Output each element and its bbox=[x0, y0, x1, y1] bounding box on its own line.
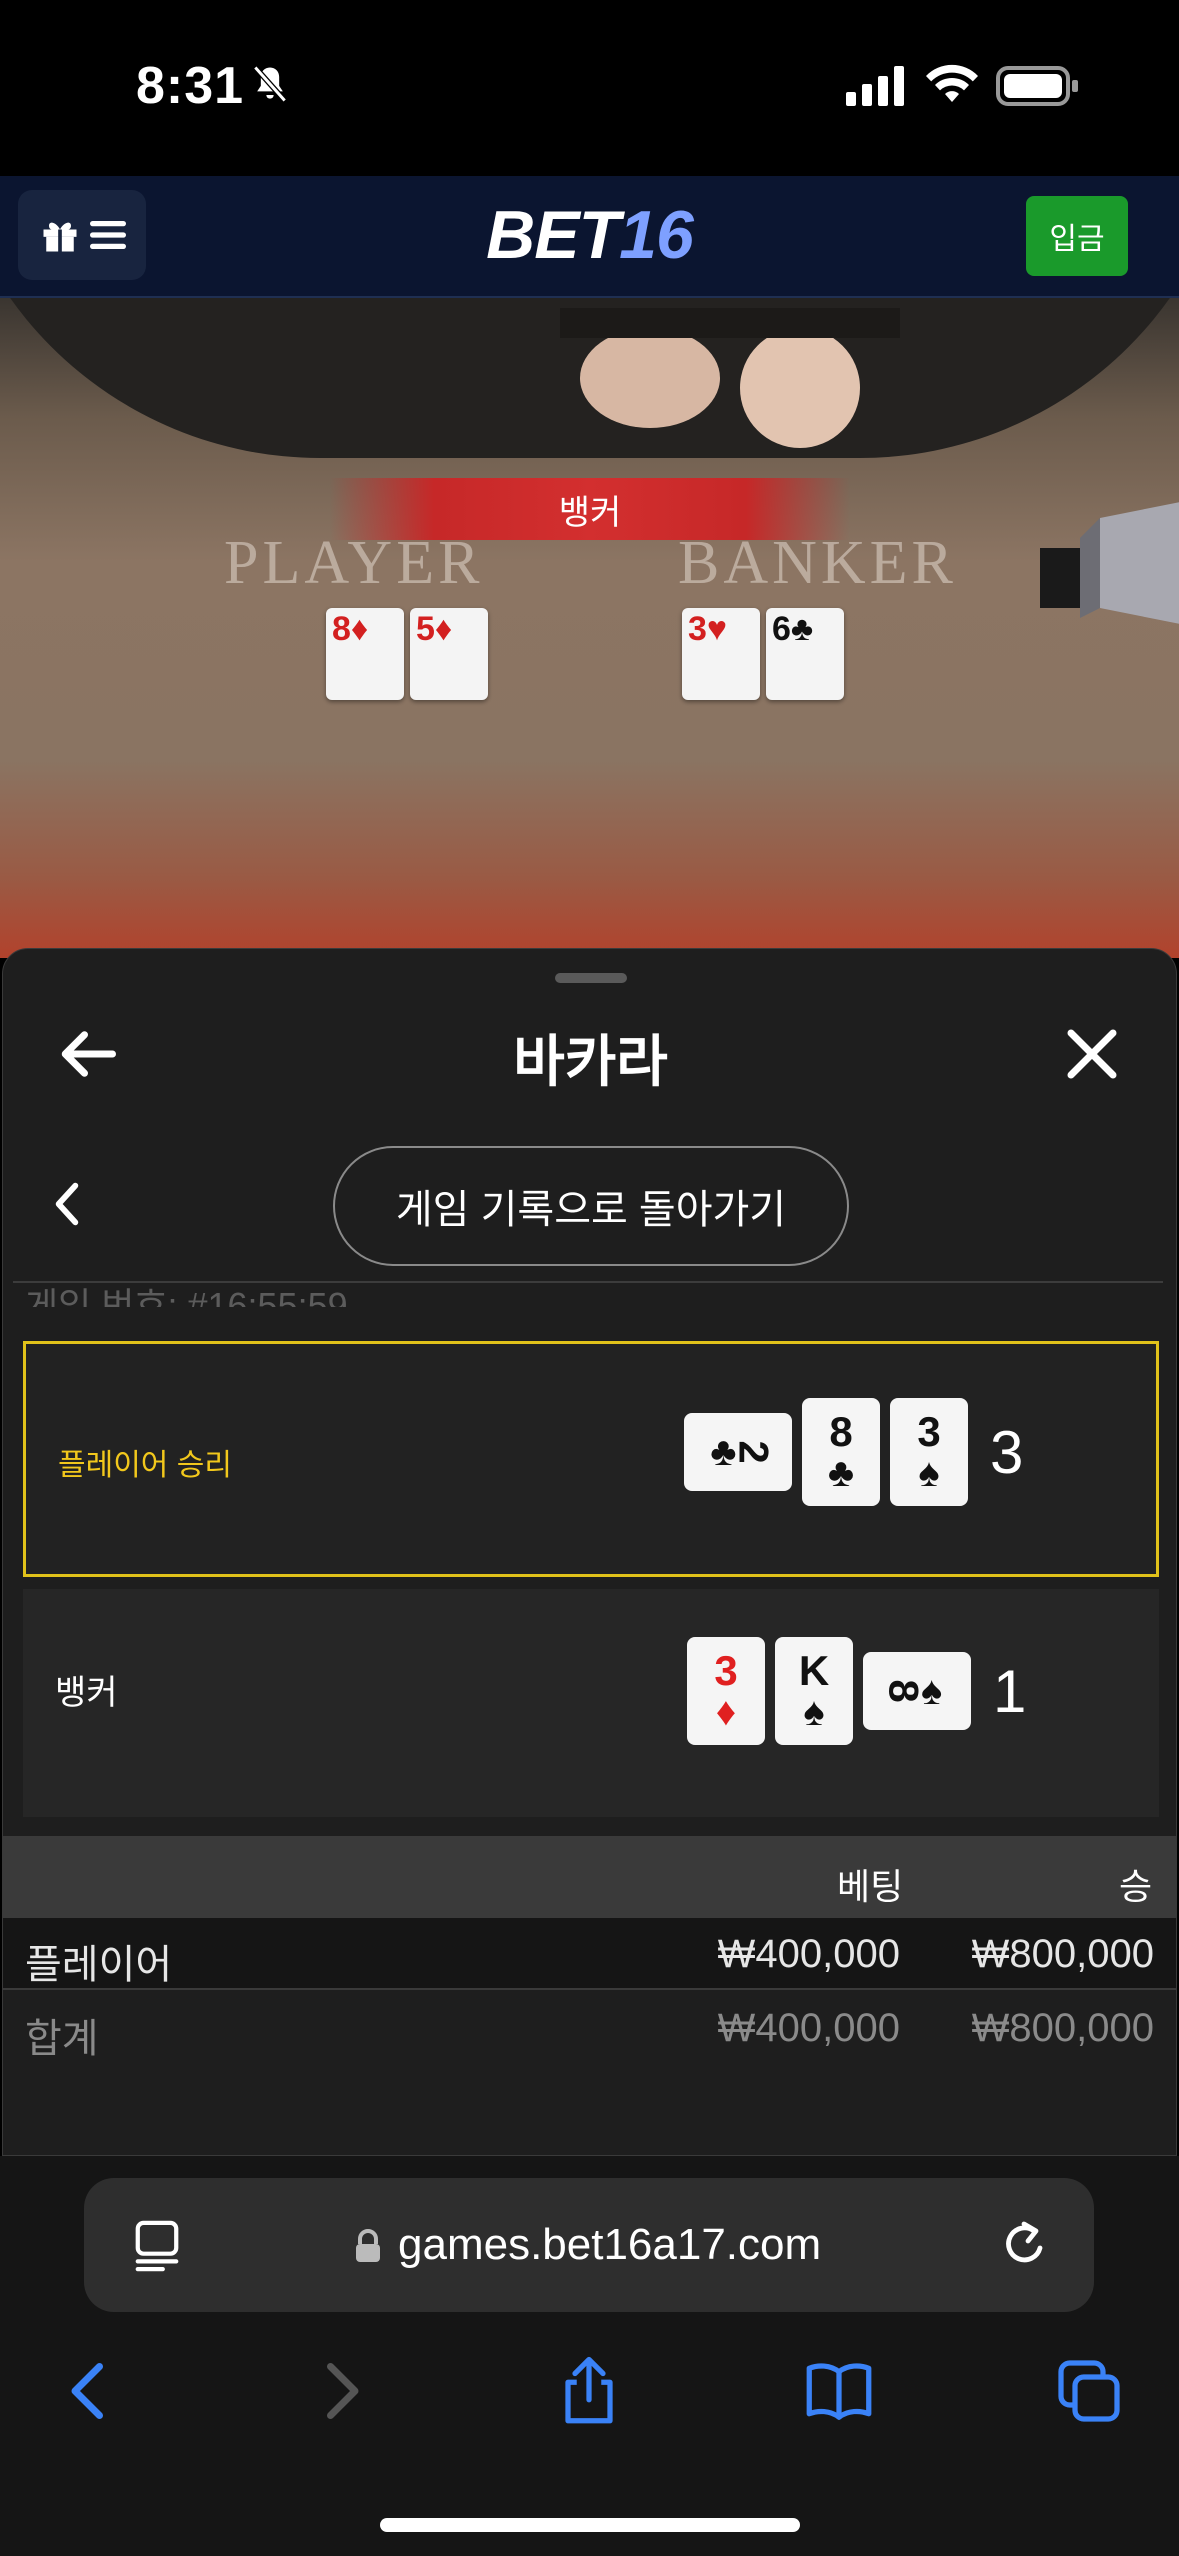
card-suit: ♣ bbox=[790, 610, 814, 648]
page-menu-icon[interactable] bbox=[132, 2218, 182, 2274]
playing-card: 3 ♠ bbox=[890, 1398, 968, 1506]
table-card: 3♥ bbox=[682, 608, 760, 700]
card-rank: K bbox=[798, 1647, 830, 1694]
card-rank: 3 bbox=[917, 1408, 941, 1455]
player-win-label: 플레이어 승리 bbox=[58, 1449, 232, 1482]
card-rank: 8 bbox=[332, 610, 351, 648]
banker-result-row: 뱅커 3 ♦ K ♠ 8 ♠ 1 bbox=[23, 1589, 1159, 1817]
banker-score: 1 bbox=[993, 1657, 1027, 1725]
total-win-amount: ₩800,000 bbox=[971, 2006, 1154, 2050]
card-suit: ♣ bbox=[827, 1451, 855, 1495]
back-icon[interactable] bbox=[54, 2356, 124, 2426]
wifi-icon bbox=[926, 64, 978, 102]
home-indicator bbox=[380, 2518, 800, 2532]
url-text: games.bet16a17.com bbox=[398, 2220, 822, 2269]
live-video[interactable]: 뱅커 PLAYER BANKER 8♦ 5♦ 3♥ 6♣ bbox=[0, 298, 1179, 958]
bet-name: 플레이어 bbox=[25, 1943, 173, 1987]
site-header: BET16 입금 bbox=[0, 176, 1179, 298]
playing-card: 3 ♦ bbox=[687, 1637, 765, 1745]
bet-row: 플레이어 ₩400,000 ₩800,000 bbox=[3, 1918, 1176, 1990]
playing-card: K ♠ bbox=[775, 1637, 853, 1745]
win-amount: ₩800,000 bbox=[971, 1932, 1154, 1976]
address-bar[interactable]: games.bet16a17.com bbox=[84, 2178, 1094, 2312]
logo-text-16: 16 bbox=[619, 197, 694, 273]
card-suit: ♠ bbox=[803, 1690, 825, 1734]
card-shoe bbox=[1040, 502, 1179, 624]
player-score: 3 bbox=[990, 1418, 1024, 1486]
card-rank: 2 bbox=[731, 1440, 779, 1464]
card-rank: 8 bbox=[829, 1408, 853, 1455]
banker-label: 뱅커 bbox=[55, 1674, 118, 1712]
playing-card: 8 ♣ bbox=[802, 1398, 880, 1506]
card-rank: 3 bbox=[688, 610, 707, 648]
total-label: 합계 bbox=[25, 2017, 99, 2061]
total-bet-amount: ₩400,000 bbox=[717, 2006, 900, 2050]
header-bet: 베팅 bbox=[837, 1866, 904, 1907]
table-card: 5♦ bbox=[410, 608, 488, 700]
bet-table-header: 베팅 승 bbox=[3, 1836, 1176, 1918]
signal-icon bbox=[846, 66, 904, 106]
site-logo[interactable]: BET16 bbox=[0, 196, 1179, 274]
playing-card: ♣ 2 bbox=[684, 1413, 792, 1491]
game-detail-sheet: 바카라 게임 기록으로 돌아가기 게임 번호: #16:55:59 플레이어 승… bbox=[2, 948, 1177, 2156]
felt-banker-label: BANKER bbox=[678, 529, 957, 597]
deposit-button[interactable]: 입금 bbox=[1026, 196, 1128, 276]
sheet-title: 바카라 bbox=[513, 1030, 668, 1093]
card-suit: ♦ bbox=[715, 1690, 737, 1734]
playing-card: 8 ♠ bbox=[863, 1652, 971, 1730]
banker-cards: 3 ♦ K ♠ 8 ♠ 1 bbox=[687, 1637, 1026, 1745]
table-card: 8♦ bbox=[326, 608, 404, 700]
card-rank: 6 bbox=[772, 610, 791, 648]
tabs-icon[interactable] bbox=[1054, 2356, 1124, 2426]
lock-icon bbox=[356, 2229, 380, 2262]
status-time: 8:31 bbox=[136, 57, 245, 115]
header-win: 승 bbox=[1119, 1866, 1153, 1907]
bet-total-row: 합계 ₩400,000 ₩800,000 bbox=[3, 1992, 1176, 2064]
sheet-grabber[interactable] bbox=[555, 973, 627, 983]
card-suit: ♦ bbox=[434, 610, 453, 648]
divider bbox=[13, 1281, 1163, 1283]
status-bar: 8:31 bbox=[0, 0, 1179, 176]
close-icon[interactable] bbox=[1057, 1019, 1127, 1089]
forward-icon[interactable] bbox=[306, 2356, 376, 2426]
card-rank: 5 bbox=[416, 610, 435, 648]
logo-text-bet: BET bbox=[486, 197, 620, 273]
battery-icon bbox=[996, 66, 1078, 106]
chevron-left-icon[interactable] bbox=[47, 1179, 87, 1229]
back-to-history-button[interactable]: 게임 기록으로 돌아가기 bbox=[333, 1146, 849, 1266]
reload-icon[interactable] bbox=[996, 2218, 1052, 2274]
browser-toolbar: games.bet16a17.com bbox=[0, 2156, 1179, 2556]
felt-player-label: PLAYER bbox=[224, 529, 484, 597]
table-card: 6♣ bbox=[766, 608, 844, 700]
card-rank: 8 bbox=[880, 1679, 928, 1703]
share-icon[interactable] bbox=[554, 2356, 624, 2426]
bet-amount: ₩400,000 bbox=[717, 1932, 900, 1976]
bookmarks-icon[interactable] bbox=[804, 2356, 874, 2426]
card-suit: ♥ bbox=[706, 610, 728, 648]
player-result-row: 플레이어 승리 ♣ 2 8 ♣ 3 ♠ 3 bbox=[23, 1341, 1159, 1577]
card-rank: 3 bbox=[714, 1647, 738, 1694]
bell-off-icon bbox=[253, 65, 287, 103]
card-suit: ♠ bbox=[918, 1451, 940, 1495]
card-suit: ♦ bbox=[350, 610, 369, 648]
player-cards: ♣ 2 8 ♣ 3 ♠ 3 bbox=[684, 1398, 1023, 1506]
